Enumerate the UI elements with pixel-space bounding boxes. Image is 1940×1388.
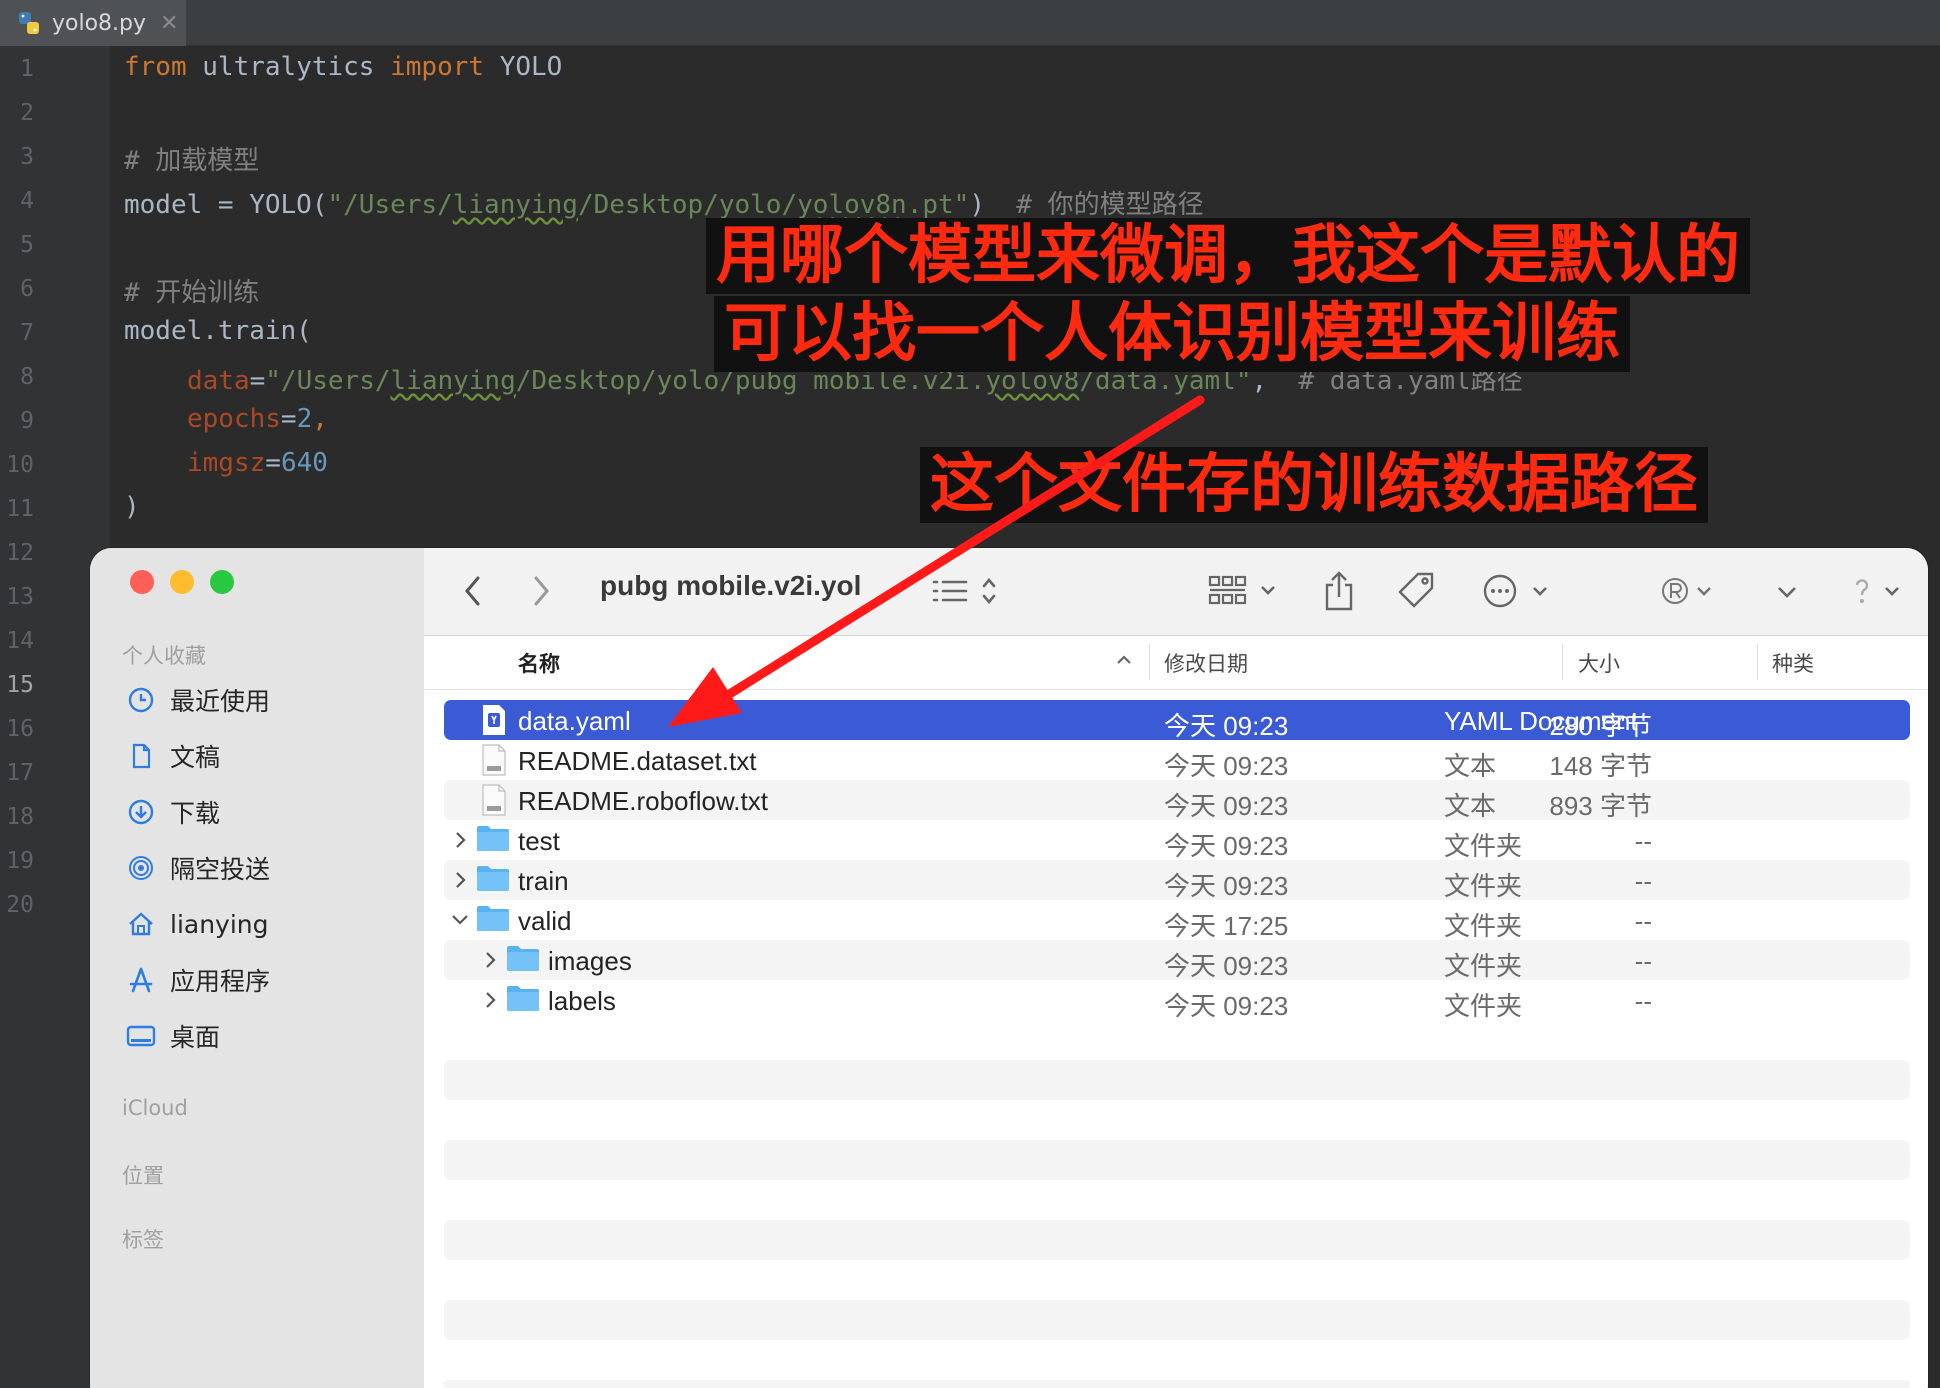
red-arrow	[668, 395, 1205, 727]
